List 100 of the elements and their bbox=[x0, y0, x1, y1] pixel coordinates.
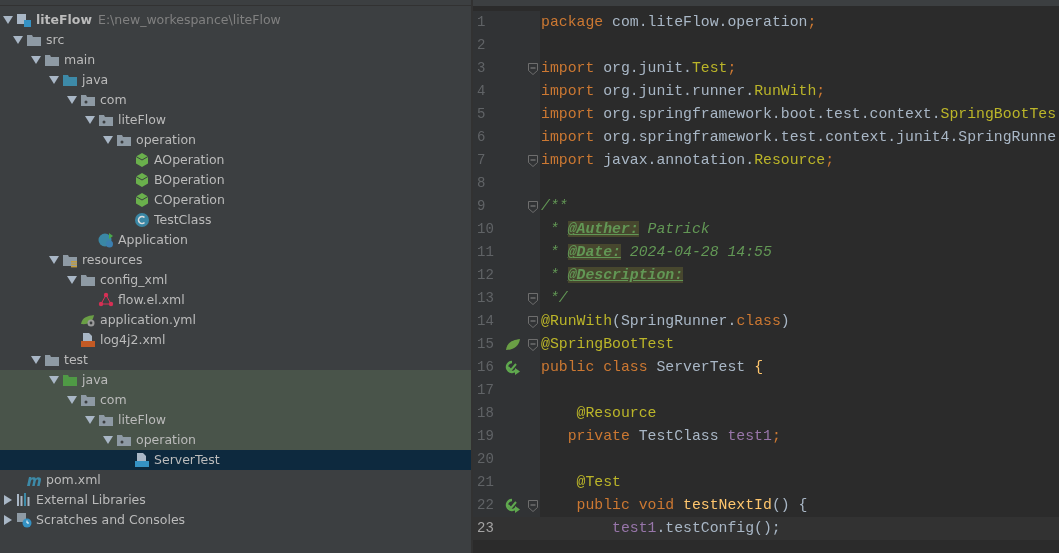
bean-icon bbox=[134, 192, 150, 208]
tree-row[interactable]: COperation bbox=[0, 190, 471, 210]
tree-row[interactable]: liteFlow bbox=[0, 110, 471, 130]
expand-arrow-icon[interactable] bbox=[49, 255, 59, 265]
expand-arrow-icon[interactable] bbox=[49, 75, 59, 85]
expand-arrow-icon[interactable] bbox=[3, 15, 13, 25]
tree-label: External Libraries bbox=[36, 490, 146, 509]
expand-arrow-icon[interactable] bbox=[13, 35, 23, 45]
package-icon bbox=[80, 92, 96, 108]
package-icon bbox=[80, 392, 96, 408]
tree-row[interactable]: java bbox=[0, 70, 471, 90]
package-icon bbox=[116, 432, 132, 448]
tree-label: pom.xml bbox=[46, 470, 101, 489]
tree-row[interactable]: Application bbox=[0, 230, 471, 250]
tree-label: java bbox=[82, 370, 109, 389]
code-line: public void testNextId() { bbox=[575, 496, 808, 516]
fold-icon[interactable] bbox=[527, 200, 538, 213]
expand-arrow-icon[interactable] bbox=[31, 55, 41, 65]
tree-label: AOperation bbox=[154, 150, 225, 169]
expand-arrow-icon[interactable] bbox=[67, 395, 77, 405]
tree-row[interactable]: liteFlow bbox=[0, 410, 471, 430]
tree-row[interactable]: com bbox=[0, 390, 471, 410]
tree-row[interactable]: config_xml bbox=[0, 270, 471, 290]
code-line: import org.junit.Test; bbox=[540, 59, 737, 79]
tree-label: log4j2.xml bbox=[100, 330, 166, 349]
package-icon bbox=[98, 412, 114, 428]
code-line: /** bbox=[540, 197, 568, 217]
folder-icon bbox=[26, 32, 42, 48]
code-line: import org.springframework.test.context.junit4.SpringRunne bbox=[540, 128, 1057, 148]
fold-icon[interactable] bbox=[527, 292, 538, 305]
tree-row[interactable]: BOperation bbox=[0, 170, 471, 190]
collapse-arrow-icon[interactable] bbox=[3, 495, 13, 505]
run-test-icon[interactable] bbox=[505, 497, 521, 514]
code-line: import org.springframework.boot.test.context.SpringBootTes bbox=[540, 105, 1057, 125]
tree-row[interactable]: flow.el.xml bbox=[0, 290, 471, 310]
expand-arrow-icon[interactable] bbox=[85, 415, 95, 425]
expand-arrow-icon[interactable] bbox=[103, 435, 113, 445]
tree-row[interactable]: Scratches and Consoles bbox=[0, 510, 471, 530]
tree-label: TestClass bbox=[154, 210, 212, 229]
expand-arrow-icon[interactable] bbox=[85, 115, 95, 125]
run-test-icon[interactable] bbox=[505, 359, 521, 376]
line-number: 23 bbox=[476, 519, 495, 538]
folder-icon bbox=[44, 52, 60, 68]
code-line: public class ServerTest { bbox=[540, 358, 763, 378]
tree-label: application.yml bbox=[100, 310, 196, 329]
code-line: @RunWith(SpringRunner.class) bbox=[540, 312, 790, 332]
tree-label: resources bbox=[82, 250, 143, 269]
tree-row[interactable]: com bbox=[0, 90, 471, 110]
tree-row[interactable]: main bbox=[0, 50, 471, 70]
expand-arrow-icon[interactable] bbox=[49, 375, 59, 385]
tree-label: liteFlow bbox=[36, 10, 92, 29]
code-line: private TestClass test1; bbox=[566, 427, 781, 447]
tree-label: COperation bbox=[154, 190, 225, 209]
expand-arrow-icon[interactable] bbox=[103, 135, 113, 145]
code-line: test1.testConfig(); bbox=[611, 519, 781, 539]
tree-label: liteFlow bbox=[118, 410, 167, 429]
expand-arrow-icon[interactable] bbox=[67, 95, 77, 105]
tree-row[interactable]: application.yml bbox=[0, 310, 471, 330]
code-line: * @Auther: Patrick bbox=[548, 220, 710, 240]
libraries-icon bbox=[16, 492, 32, 508]
fold-icon[interactable] bbox=[527, 315, 538, 328]
tree-row[interactable]: liteFlow E:\new_workespance\liteFlow bbox=[0, 10, 471, 30]
tree-label: com bbox=[100, 90, 127, 109]
tree-row[interactable]: log4j2.xml bbox=[0, 330, 471, 350]
collapse-arrow-icon[interactable] bbox=[3, 515, 13, 525]
tree-row[interactable]: pom.xml bbox=[0, 470, 471, 490]
folder-icon bbox=[62, 252, 78, 268]
fold-icon[interactable] bbox=[527, 154, 538, 167]
tree-row[interactable]: resources bbox=[0, 250, 471, 270]
folder-icon bbox=[62, 372, 78, 388]
tree-label: BOperation bbox=[154, 170, 225, 189]
tree-row[interactable]: src bbox=[0, 30, 471, 50]
fold-icon[interactable] bbox=[527, 499, 538, 512]
tree-row[interactable]: AOperation bbox=[0, 150, 471, 170]
expand-arrow-icon[interactable] bbox=[67, 275, 77, 285]
tree-label: ServerTest bbox=[154, 450, 220, 469]
code-line: @Test bbox=[575, 473, 621, 493]
folder-icon bbox=[80, 272, 96, 288]
network-icon bbox=[98, 292, 114, 308]
tree-label: java bbox=[82, 70, 109, 89]
package-icon bbox=[116, 132, 132, 148]
bean-icon bbox=[134, 172, 150, 188]
class-icon bbox=[134, 212, 150, 228]
tree-row[interactable]: TestClass bbox=[0, 210, 471, 230]
leaf-icon[interactable] bbox=[505, 336, 521, 353]
tree-row[interactable]: External Libraries bbox=[0, 490, 471, 510]
leaf-gear-icon bbox=[80, 312, 96, 328]
code-line: * @Date: 2024-04-28 14:55 bbox=[548, 243, 772, 263]
tree-row[interactable]: java bbox=[0, 370, 471, 390]
module-icon bbox=[16, 12, 32, 28]
expand-arrow-icon[interactable] bbox=[31, 355, 41, 365]
tree-row[interactable]: test bbox=[0, 350, 471, 370]
tree-row[interactable]: operation bbox=[0, 430, 471, 450]
tree-row[interactable]: operation bbox=[0, 130, 471, 150]
tree-label: config_xml bbox=[100, 270, 168, 289]
fold-icon[interactable] bbox=[527, 338, 538, 351]
tree-row[interactable]: ServerTest bbox=[0, 450, 471, 470]
fold-icon[interactable] bbox=[527, 62, 538, 75]
code-line: @Resource bbox=[575, 404, 657, 424]
tree-label: src bbox=[46, 30, 65, 49]
